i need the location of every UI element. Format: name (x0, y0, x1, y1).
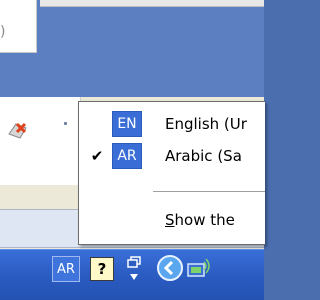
en-badge-icon: EN (112, 111, 142, 137)
menu-item-show-the[interactable]: Show the (79, 205, 265, 235)
delete-icon[interactable] (6, 118, 32, 140)
restore-icon[interactable] (122, 254, 146, 284)
toolbar-grip (64, 122, 67, 125)
background-window-edge (40, 0, 264, 7)
application-panel (0, 97, 81, 185)
menu-item-show-accelerator: S (165, 211, 175, 229)
menu-item-arabic[interactable]: ✔ AR Arabic (Sa (79, 141, 265, 171)
menu-item-english[interactable]: EN English (Ur (79, 109, 265, 139)
network-icon[interactable] (184, 254, 214, 284)
language-menu: EN English (Ur ✔ AR Arabic (Sa Show the (78, 101, 265, 245)
background-window: ) (0, 0, 37, 53)
menu-item-show-label: Show the (165, 211, 235, 229)
menu-item-show-rest: how the (174, 211, 235, 229)
menu-separator (153, 191, 265, 192)
ar-badge-icon: AR (112, 143, 142, 169)
language-indicator-icon[interactable]: AR (52, 256, 80, 282)
background-window-text: ) (0, 24, 6, 40)
help-icon[interactable]: ? (90, 257, 114, 281)
menu-item-arabic-label: Arabic (Sa (165, 147, 242, 165)
menu-item-english-label: English (Ur (165, 115, 247, 133)
back-arrow-icon[interactable] (156, 254, 184, 282)
checkmark-icon: ✔ (90, 147, 104, 165)
desktop-background (0, 0, 264, 97)
